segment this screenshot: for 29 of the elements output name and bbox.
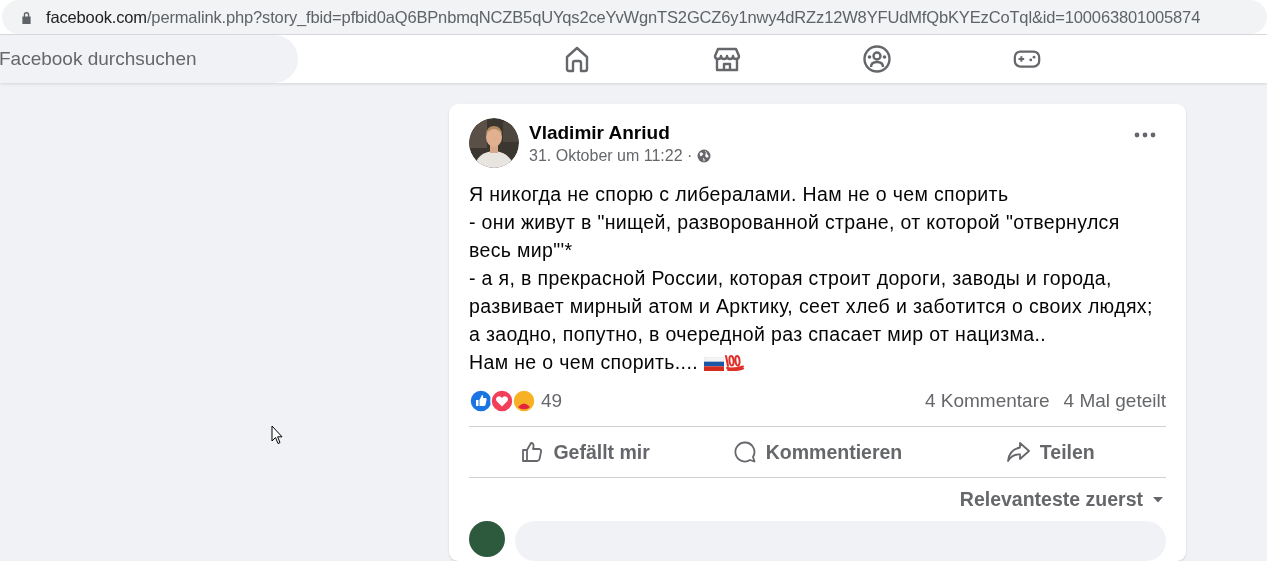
comments-count[interactable]: 4 Kommentare — [924, 390, 1050, 412]
commenter-avatar — [469, 521, 505, 557]
post-time[interactable]: 31. Oktober um 11:22 · — [529, 146, 693, 165]
speech-bubble-icon — [732, 440, 757, 464]
share-arrow-icon — [1004, 440, 1031, 464]
thumbs-up-icon — [520, 440, 545, 464]
lock-icon — [21, 10, 32, 24]
hundred-points-icon — [723, 353, 746, 371]
comment-button[interactable]: Kommentieren — [701, 427, 934, 477]
globe-icon — [697, 148, 712, 163]
russian-flag-icon — [703, 357, 724, 371]
share-button[interactable]: Teilen — [933, 427, 1166, 477]
address-bar[interactable]: facebook.com/permalink.php?story_fbid=pfbid0aQ6BPnbmqNCZB5qUYqs2ceYvWgnTS2GCZ6y1nwy4dRZz12W8YFUdMfQbKYEzCoTql&id=100063801005874 — [2, 0, 1267, 34]
groups-icon[interactable] — [862, 44, 892, 74]
like-button[interactable]: Gefällt mir — [469, 427, 702, 477]
author-name[interactable]: Vladimir Anriud — [529, 121, 1124, 144]
cursor-icon — [271, 425, 283, 445]
url-text[interactable]: facebook.com/permalink.php?story_fbid=pfbid0aQ6BPnbmqNCZB5qUYqs2ceYvWgnTS2GCZ6y1nwy4dRZz12W8YFUdMfQbKYEzCoTql&id=100063801005874 — [46, 7, 1201, 27]
sort-dropdown[interactable]: Relevanteste zuerst — [959, 488, 1166, 511]
shares-count[interactable]: 4 Mal geteilt — [1063, 390, 1166, 412]
caret-icon — [1152, 495, 1164, 504]
post-text: Я никогда не спорю с либералами. Нам не о чем спорить — [469, 183, 1009, 205]
post-text: - они живут в "нищей, разворованной стране, от которой "отвернулся весь мир"'* — [469, 211, 1120, 261]
reaction-count[interactable]: 49 — [541, 390, 563, 412]
post-text: - а я, в прекрасной России, которая строит дороги, заводы и города, развивает мирный атом и Арктику, сеет хлеб и заботится о своих людях; а заодно, попутно, в очередной раз спасает мир от нацизма.. — [469, 267, 1153, 345]
post-text: Нам не о чем спорить.... — [469, 351, 698, 373]
more-options-icon[interactable] — [1134, 132, 1156, 138]
search-field[interactable]: Facebook durchsuchen — [0, 35, 298, 83]
reactions-icon[interactable] — [469, 389, 537, 413]
